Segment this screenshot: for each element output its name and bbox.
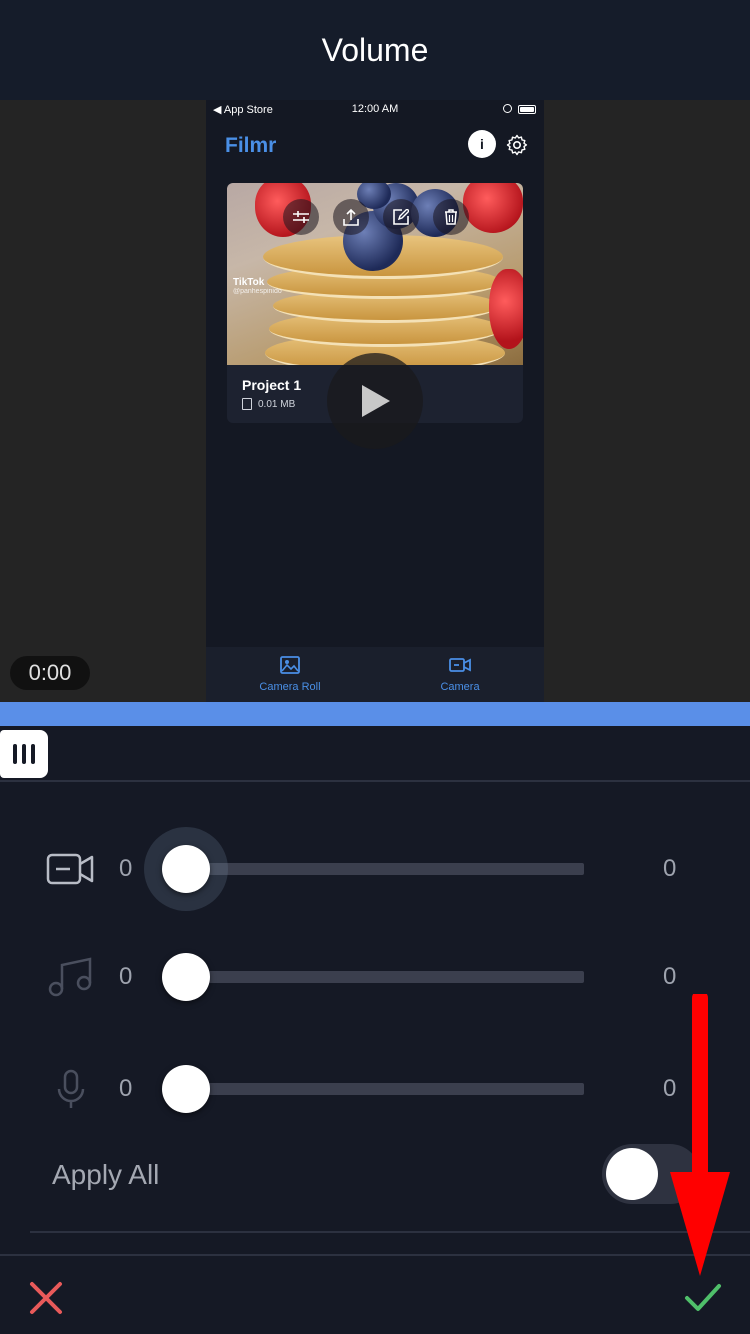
- tab-camera-label: Camera: [440, 681, 480, 693]
- video-preview[interactable]: ◀ App Store 12:00 AM Filmr i TikTok @pan…: [0, 100, 750, 702]
- music-volume-slider-thumb[interactable]: [162, 953, 210, 1001]
- tab-camera-roll: Camera Roll: [230, 655, 350, 693]
- music-note-icon: [48, 957, 92, 997]
- music-volume-min: 0: [119, 963, 133, 990]
- project-actions: [283, 199, 469, 235]
- adjust-icon: [283, 199, 319, 235]
- mic-volume-slider-thumb[interactable]: [162, 1065, 210, 1113]
- tiktok-user: @panhespinido: [233, 288, 282, 295]
- apply-all-label: Apply All: [52, 1159, 160, 1190]
- video-volume-row: 0 0: [0, 827, 750, 911]
- status-time: 12:00 AM: [351, 103, 399, 115]
- tab-camera: Camera: [400, 655, 520, 693]
- header-bar: Volume: [0, 0, 750, 100]
- music-volume-row: 0 0: [0, 947, 750, 1007]
- current-time: 0:00: [10, 656, 90, 690]
- orientation-lock-icon: [503, 104, 512, 113]
- microphone-icon: [57, 1069, 85, 1108]
- divider: [30, 1231, 750, 1233]
- grip-line: [31, 744, 35, 764]
- grip-line: [22, 744, 26, 764]
- grip-line: [13, 744, 17, 764]
- timeline-drag-handle[interactable]: [0, 730, 48, 778]
- video-camera-icon: [449, 658, 471, 672]
- timeline-track: [0, 726, 750, 782]
- footer-bar: [0, 1254, 750, 1334]
- music-volume-track[interactable]: [186, 971, 584, 983]
- page-title: Volume: [321, 31, 429, 68]
- mic-volume-row: 0 0: [0, 1059, 750, 1119]
- cancel-button[interactable]: [28, 1280, 64, 1316]
- trash-icon: [433, 199, 469, 235]
- apply-all-row: Apply All: [0, 1139, 750, 1209]
- video-volume-track[interactable]: [186, 863, 584, 875]
- timeline-clip[interactable]: [0, 702, 750, 726]
- project-size: 0.01 MB: [258, 398, 296, 410]
- tiktok-watermark: TikTok @panhespinido: [233, 277, 282, 295]
- image-icon: [280, 656, 300, 674]
- toggle-thumb: [606, 1148, 658, 1200]
- status-bar: ◀ App Store 12:00 AM: [206, 100, 544, 120]
- project-thumbnail: TikTok @panhespinido: [227, 183, 523, 365]
- share-icon: [333, 199, 369, 235]
- battery-icon: [518, 105, 536, 114]
- tab-camera-roll-label: Camera Roll: [259, 681, 321, 693]
- mic-volume-min: 0: [119, 1075, 133, 1102]
- volume-panel: 0 0 0 0 0 0 Apply All: [0, 784, 750, 1254]
- preview-tab-bar: Camera Roll Camera: [206, 647, 544, 702]
- tiktok-label: TikTok: [233, 277, 265, 288]
- video-volume-slider-thumb[interactable]: [162, 845, 210, 893]
- video-volume-min: 0: [119, 855, 133, 882]
- strawberry: [489, 269, 523, 349]
- annotation-arrow: [670, 994, 730, 1276]
- video-camera-icon: [46, 853, 94, 885]
- music-volume-max: 0: [663, 963, 677, 990]
- edit-icon: [383, 199, 419, 235]
- file-icon: [242, 398, 252, 410]
- video-volume-max: 0: [663, 855, 677, 882]
- play-icon: [362, 385, 390, 417]
- info-icon: i: [468, 130, 496, 158]
- gear-icon: [506, 134, 528, 156]
- strawberry: [463, 183, 523, 233]
- mic-volume-track[interactable]: [186, 1083, 584, 1095]
- app-logo: Filmr: [225, 134, 277, 157]
- play-button[interactable]: [327, 353, 423, 449]
- confirm-button[interactable]: [684, 1282, 722, 1314]
